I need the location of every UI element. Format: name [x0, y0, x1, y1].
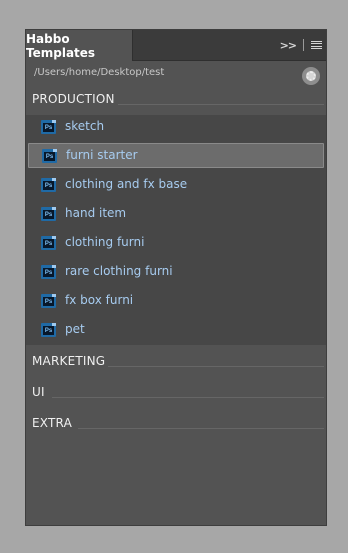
habbo-templates-panel: Habbo Templates >> /Users/home/Desktop/t… — [25, 29, 327, 526]
item-label: fx box furni — [65, 293, 134, 307]
list-item[interactable]: Ps hand item — [28, 202, 324, 227]
item-label: rare clothing furni — [65, 264, 173, 278]
section-rule — [118, 104, 324, 105]
photoshop-file-icon: Ps — [41, 178, 56, 192]
hamburger-menu-icon[interactable] — [311, 40, 322, 50]
section-label: PRODUCTION — [32, 92, 115, 106]
gear-icon[interactable] — [302, 67, 320, 85]
list-item[interactable]: Ps sketch — [28, 115, 324, 140]
item-label: furni starter — [66, 148, 138, 162]
photoshop-file-icon: Ps — [41, 120, 56, 134]
tab-habbo-templates[interactable]: Habbo Templates — [26, 30, 133, 61]
photoshop-file-icon: Ps — [41, 265, 56, 279]
section-rule — [78, 428, 324, 429]
item-label: clothing and fx base — [65, 177, 188, 191]
list-item[interactable]: Ps clothing and fx base — [28, 173, 324, 198]
list-item[interactable]: Ps rare clothing furni — [28, 260, 324, 285]
section-label: MARKETING — [32, 354, 106, 368]
double-chevron-right-icon[interactable]: >> — [280, 39, 297, 52]
divider — [303, 39, 304, 51]
list-item[interactable]: Ps pet — [28, 318, 324, 343]
section-rule — [52, 397, 324, 398]
folder-path: /Users/home/Desktop/test — [34, 67, 165, 78]
item-label: hand item — [65, 206, 127, 220]
section-header-production[interactable]: PRODUCTION — [32, 90, 324, 108]
section-rule — [108, 366, 324, 367]
photoshop-file-icon: Ps — [41, 323, 56, 337]
photoshop-file-icon: Ps — [42, 149, 57, 163]
section-header-marketing[interactable]: MARKETING — [32, 352, 324, 370]
section-label: EXTRA — [32, 416, 72, 430]
section-header-extra[interactable]: EXTRA — [32, 414, 324, 432]
photoshop-file-icon: Ps — [41, 294, 56, 308]
list-item[interactable]: Ps fx box furni — [28, 289, 324, 314]
list-item[interactable]: Ps clothing furni — [28, 231, 324, 256]
item-label: clothing furni — [65, 235, 145, 249]
panel-controls: >> — [280, 30, 322, 60]
photoshop-file-icon: Ps — [41, 207, 56, 221]
item-label: sketch — [65, 119, 105, 133]
section-label: UI — [32, 385, 45, 399]
photoshop-file-icon: Ps — [41, 236, 56, 250]
section-header-ui[interactable]: UI — [32, 383, 324, 401]
item-label: pet — [65, 322, 85, 336]
list-item-selected[interactable]: Ps furni starter — [28, 143, 324, 168]
panel-tab-bar: Habbo Templates >> — [26, 30, 326, 61]
